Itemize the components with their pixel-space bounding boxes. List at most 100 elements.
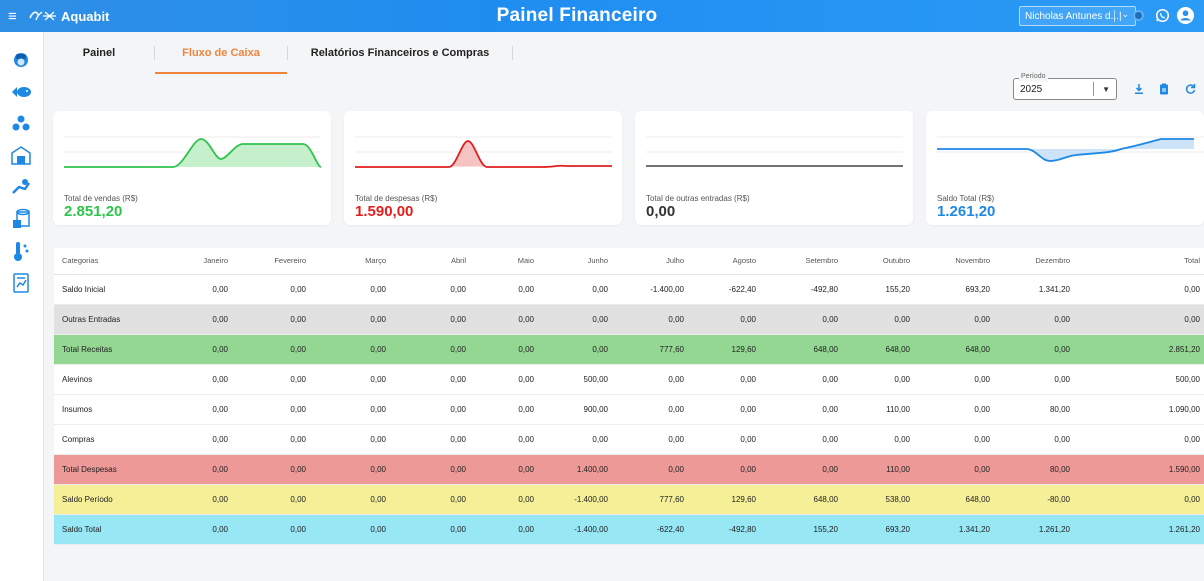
table-cell: 648,00: [914, 484, 994, 515]
table-cell: 0,00: [1074, 304, 1204, 335]
table-cell: 0,00: [688, 394, 760, 425]
table-row: Saldo Período 0,00 0,00 0,00 0,00 0,00 -1.400,…: [54, 484, 1204, 515]
card-saldo-total: Saldo Total (R$) 1.261,20: [926, 111, 1204, 225]
table-cell: 0,00: [310, 304, 390, 335]
table-cell: 0,00: [470, 364, 538, 395]
table-cell: 0,00: [148, 334, 232, 365]
clipboard-icon[interactable]: [1158, 83, 1170, 95]
table-cell: 0,00: [994, 364, 1074, 395]
column-header: Outubro: [842, 248, 914, 275]
hand-money-icon[interactable]: [10, 176, 32, 198]
row-category: Outras Entradas: [54, 304, 148, 335]
table-row: Total Receitas 0,00 0,00 0,00 0,00 0,00 0,00 77…: [54, 334, 1204, 365]
table-cell: 0,00: [470, 514, 538, 545]
table-cell: 0,00: [232, 334, 310, 365]
period-select[interactable]: Período 2025 ▼: [1013, 73, 1117, 100]
account-circle-icon[interactable]: [1176, 6, 1195, 25]
table-row: Compras 0,00 0,00 0,00 0,00 0,00 0,00 0,00 0,00 0…: [54, 424, 1204, 455]
table-cell: 0,00: [310, 364, 390, 395]
eggs-icon[interactable]: [10, 112, 32, 134]
row-category: Compras: [54, 424, 148, 455]
row-category: Total Despesas: [54, 454, 148, 485]
table-cell: 0,00: [470, 334, 538, 365]
table-cell: 155,20: [842, 274, 914, 305]
table-cell: 0,00: [148, 424, 232, 455]
chart-report-icon[interactable]: [10, 272, 32, 294]
table-cell: 0,00: [470, 424, 538, 455]
table-row: Saldo Inicial 0,00 0,00 0,00 0,00 0,00 0,00 -1.…: [54, 274, 1204, 305]
table-cell: 500,00: [538, 364, 612, 395]
table-cell: -492,80: [760, 274, 842, 305]
table-cell: 110,00: [842, 394, 914, 425]
card-label: Saldo Total (R$): [937, 194, 995, 203]
user-select[interactable]: Nicholas Antunes d...| ⌄: [1019, 6, 1136, 26]
column-header: Junho: [538, 248, 612, 275]
table-cell: -622,40: [688, 274, 760, 305]
tab-fluxo-de-caixa[interactable]: Fluxo de Caixa: [155, 32, 287, 74]
status-dot-icon[interactable]: [1133, 10, 1144, 21]
table-cell: 0,00: [470, 304, 538, 335]
card-value: 2.851,20: [64, 203, 123, 220]
period-label: Período: [1019, 73, 1048, 81]
fisherman-icon[interactable]: [10, 50, 32, 72]
table-cell: -80,00: [994, 484, 1074, 515]
card-label: Total de outras entradas (R$): [646, 194, 750, 203]
chevron-down-icon: ▼: [1102, 85, 1110, 94]
table-cell: 0,00: [914, 424, 994, 455]
table-cell: 693,20: [914, 274, 994, 305]
table-cell: 0,00: [148, 454, 232, 485]
whatsapp-icon[interactable]: [1155, 8, 1170, 23]
table-cell: 0,00: [914, 394, 994, 425]
table-cell: 0,00: [1074, 424, 1204, 455]
table-cell: 0,00: [390, 304, 470, 335]
brand-logo[interactable]: Aquabit: [28, 9, 109, 24]
table-cell: 0,00: [310, 334, 390, 365]
table-cell: 0,00: [390, 394, 470, 425]
table-cell: 0,00: [914, 364, 994, 395]
table-row: Alevinos 0,00 0,00 0,00 0,00 0,00 500,00 0,00 0,…: [54, 364, 1204, 395]
table-cell: -1.400,00: [538, 514, 612, 545]
download-icon[interactable]: [1133, 83, 1145, 95]
table-cell: 648,00: [760, 334, 842, 365]
table-cell: 0,00: [148, 514, 232, 545]
table-cell: 0,00: [914, 304, 994, 335]
thermometer-icon[interactable]: [10, 240, 32, 262]
card-value: 0,00: [646, 203, 676, 220]
menu-icon[interactable]: ≡: [8, 9, 22, 24]
tab-painel[interactable]: Painel: [44, 32, 154, 74]
tab-relatorios[interactable]: Relatórios Financeiros e Compras: [288, 32, 512, 74]
table-cell: 538,00: [842, 484, 914, 515]
column-header: Janeiro: [148, 248, 232, 275]
table-cell: 0,00: [232, 514, 310, 545]
row-category: Saldo Total: [54, 514, 148, 545]
table-cell: 0,00: [842, 304, 914, 335]
table-row: Saldo Total 0,00 0,00 0,00 0,00 0,00 -1.400,00…: [54, 514, 1204, 545]
table-cell: 1.341,20: [914, 514, 994, 545]
table-cell: 0,00: [688, 454, 760, 485]
card-value: 1.261,20: [937, 203, 996, 220]
fish-icon[interactable]: [10, 81, 32, 103]
table-cell: 0,00: [232, 424, 310, 455]
table-cell: 129,60: [688, 334, 760, 365]
wave-logo-icon: [29, 11, 56, 21]
row-category: Alevinos: [54, 364, 148, 395]
row-category: Saldo Período: [54, 484, 148, 515]
row-category: Total Receitas: [54, 334, 148, 365]
table-header-row: Categorias Janeiro Fevereiro Março Abril Maio…: [54, 248, 1204, 275]
table-cell: 0,00: [538, 274, 612, 305]
table-cell: 80,00: [994, 394, 1074, 425]
refresh-icon[interactable]: [1184, 83, 1196, 95]
table-cell: 0,00: [390, 484, 470, 515]
table-cell: 1.400,00: [538, 454, 612, 485]
sparkline-saldo-total: [937, 136, 1204, 162]
coins-stack-icon[interactable]: [10, 208, 32, 230]
sparkline-despesas: [355, 136, 612, 168]
warehouse-icon[interactable]: [10, 144, 32, 166]
table-cell: 0,00: [760, 394, 842, 425]
table-cell: 0,00: [994, 334, 1074, 365]
period-value: 2025: [1020, 84, 1043, 95]
column-header: Maio: [470, 248, 538, 275]
table-cell: 0,00: [612, 394, 688, 425]
row-category: Insumos: [54, 394, 148, 425]
page-title: Painel Financeiro: [496, 5, 658, 26]
